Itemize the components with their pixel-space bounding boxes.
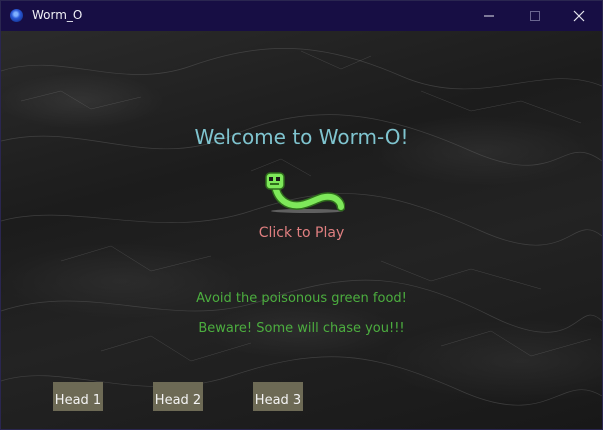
hint-chase-text: Beware! Some will chase you!!! (198, 321, 405, 336)
worm-icon[interactable] (263, 171, 345, 215)
close-icon (573, 10, 585, 22)
window-title: Worm_O (32, 8, 83, 22)
minimize-icon (484, 15, 494, 17)
hint-poison-text: Avoid the poisonous green food! (196, 291, 407, 306)
app-globe-icon (10, 9, 23, 22)
welcome-heading: Welcome to Worm-O! (194, 125, 409, 149)
minimize-button[interactable] (466, 1, 512, 31)
close-button[interactable] (556, 1, 602, 31)
click-to-play-button[interactable]: Click to Play (1, 225, 602, 241)
title-bar[interactable]: Worm_O (1, 1, 602, 31)
head-3-button[interactable]: Head 3 (253, 382, 303, 411)
head-2-button[interactable]: Head 2 (153, 382, 203, 411)
maximize-icon (530, 11, 540, 21)
maximize-button[interactable] (512, 1, 558, 31)
head-1-button[interactable]: Head 1 (53, 382, 103, 411)
game-canvas[interactable]: Welcome to Worm-O! Click to Play Avoid t… (1, 31, 602, 429)
game-window: Worm_O Welcome to Worm-O! Click to Play … (0, 0, 603, 430)
